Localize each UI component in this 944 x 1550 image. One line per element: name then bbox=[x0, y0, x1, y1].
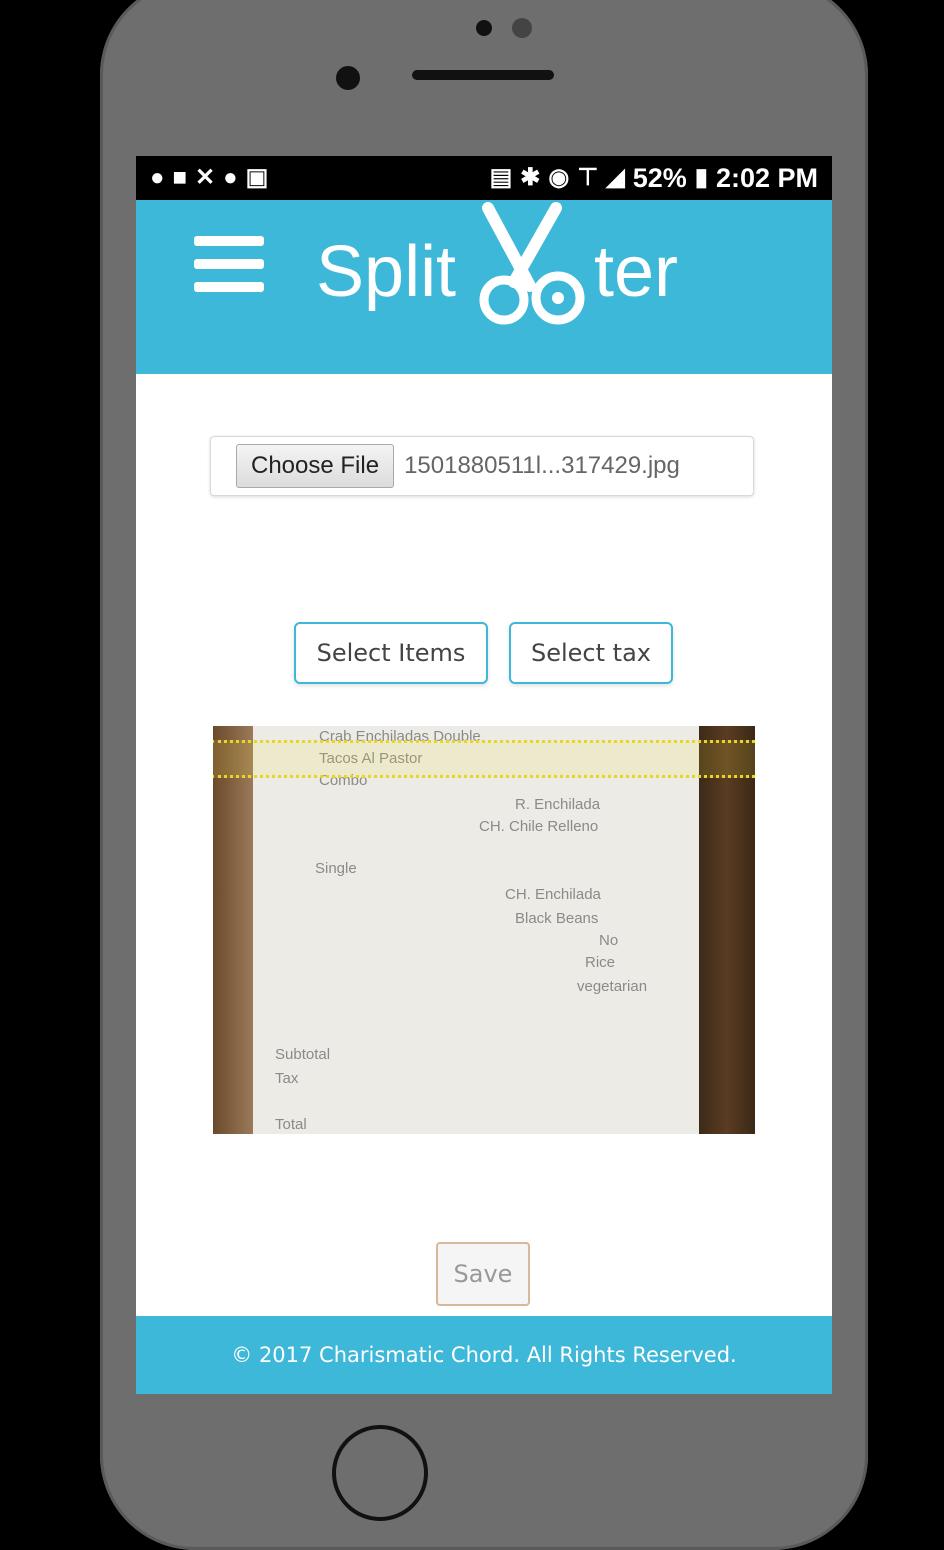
receipt-image[interactable]: Crab Enchiladas Double Tacos Al Pastor C… bbox=[213, 726, 755, 1134]
logo-text-right: ter bbox=[594, 232, 679, 312]
notification-icons: ● ■ ✕ ● ▣ bbox=[150, 166, 268, 190]
select-items-button[interactable]: Select Items bbox=[294, 622, 488, 684]
receipt-line: vegetarian bbox=[577, 978, 648, 995]
wifi-icon: ⊤ bbox=[577, 164, 599, 191]
choose-file-button[interactable]: Choose File bbox=[236, 444, 395, 488]
battery-icon: ▮ bbox=[694, 164, 708, 191]
earpiece-speaker bbox=[412, 70, 554, 80]
home-button[interactable] bbox=[332, 1425, 428, 1521]
system-icons: ▤ ✱ ◉ ⊤ ◢ 52% ▮ 2:02 PM bbox=[490, 163, 818, 194]
receipt-line: R. Enchilada bbox=[515, 796, 601, 813]
messenger-icon: ● bbox=[150, 164, 165, 191]
file-input[interactable]: Choose File 1501880511l...317429.jpg bbox=[210, 436, 754, 496]
app-screen: ● ■ ✕ ● ▣ ▤ ✱ ◉ ⊤ ◢ 52% ▮ 2:02 PM Split bbox=[136, 156, 832, 1394]
select-tax-button[interactable]: Select tax bbox=[509, 622, 673, 684]
selection-highlight[interactable] bbox=[213, 740, 755, 778]
status-bar: ● ■ ✕ ● ▣ ▤ ✱ ◉ ⊤ ◢ 52% ▮ 2:02 PM bbox=[136, 156, 832, 200]
logo-text-left: Split bbox=[316, 232, 457, 312]
footer: © 2017 Charismatic Chord. All Rights Res… bbox=[136, 1316, 832, 1394]
scissors-icon bbox=[479, 202, 585, 325]
cast-icon: ▤ bbox=[489, 164, 513, 191]
sensor-icon bbox=[512, 18, 532, 38]
main-content: Choose File 1501880511l...317429.jpg Sel… bbox=[136, 374, 832, 1314]
chat-icon: ■ bbox=[172, 164, 188, 191]
missed-call-icon: ✕ bbox=[195, 164, 216, 191]
receipt-line: Black Beans bbox=[515, 910, 599, 927]
receipt-line: Single bbox=[315, 860, 357, 877]
battery-percent: 52% bbox=[632, 162, 687, 193]
receipt-line: Rice bbox=[585, 954, 616, 971]
receipt-line: Subtotal bbox=[275, 1046, 331, 1063]
selected-file-name: 1501880511l...317429.jpg bbox=[404, 452, 680, 479]
receipt-line: No bbox=[599, 932, 619, 949]
receipt-line: CH. Enchilada bbox=[505, 886, 601, 903]
receipt-line: Tax bbox=[275, 1070, 299, 1087]
save-button[interactable]: Save bbox=[436, 1242, 530, 1306]
copyright-text: © 2017 Charismatic Chord. All Rights Res… bbox=[231, 1343, 737, 1367]
whatsapp-icon: ● bbox=[223, 164, 238, 191]
app-header: Split ter bbox=[136, 200, 832, 374]
signal-icon: ◢ bbox=[606, 164, 625, 191]
alarm-icon: ◉ bbox=[548, 164, 570, 191]
gallery-icon: ▣ bbox=[245, 164, 269, 191]
receipt-line: CH. Chile Relleno bbox=[479, 818, 599, 835]
clock: 2:02 PM bbox=[715, 162, 818, 193]
receipt-paper: Crab Enchiladas Double Tacos Al Pastor C… bbox=[253, 726, 699, 1134]
receipt-line: Total bbox=[275, 1116, 307, 1133]
bluetooth-icon: ✱ bbox=[520, 164, 541, 191]
hamburger-icon[interactable] bbox=[194, 236, 264, 292]
front-camera-icon bbox=[476, 20, 492, 36]
camera-icon bbox=[336, 66, 360, 90]
